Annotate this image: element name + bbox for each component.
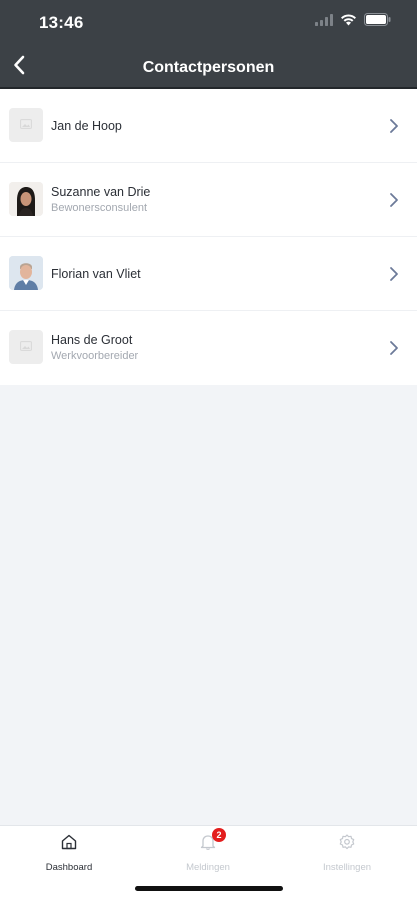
tab-label: Dashboard	[45, 862, 93, 873]
gear-icon	[338, 833, 356, 851]
contact-list: Jan de Hoop Suzanne van Drie Bewonerscon…	[0, 89, 417, 385]
chevron-right-icon	[389, 266, 399, 282]
tab-instellingen[interactable]: Instellingen	[292, 833, 402, 879]
contact-name: Florian van Vliet	[51, 267, 141, 281]
person-photo-icon	[9, 256, 43, 290]
status-bar: 13:46	[0, 0, 417, 46]
status-time: 13:46	[39, 13, 84, 32]
avatar-photo	[9, 182, 43, 216]
chevron-right-icon	[389, 340, 399, 356]
wifi-icon	[340, 13, 357, 31]
image-placeholder-icon	[20, 338, 32, 356]
contact-name: Jan de Hoop	[51, 119, 122, 133]
cellular-signal-icon	[315, 13, 333, 31]
contact-row[interactable]: Suzanne van Drie Bewonersconsulent	[0, 163, 417, 237]
contact-name: Suzanne van Drie	[51, 185, 151, 199]
home-icon	[60, 833, 78, 851]
contact-row[interactable]: Jan de Hoop	[0, 89, 417, 163]
contact-role: Bewonersconsulent	[51, 202, 148, 214]
notification-badge: 2	[212, 828, 226, 842]
tab-label: Instellingen	[322, 862, 372, 873]
status-icons	[315, 13, 391, 31]
avatar-placeholder	[9, 330, 43, 364]
chevron-right-icon	[389, 118, 399, 134]
image-placeholder-icon	[20, 116, 32, 134]
avatar-photo	[9, 256, 43, 290]
person-photo-icon	[9, 182, 43, 216]
nav-bar: Contactpersonen	[0, 46, 417, 89]
app-header: 13:46 Contactpersonen	[0, 0, 417, 89]
contact-row[interactable]: Hans de Groot Werkvoorbereider	[0, 311, 417, 385]
contact-role: Werkvoorbereider	[51, 350, 139, 362]
contact-name: Hans de Groot	[51, 333, 133, 347]
tab-label: Meldingen	[186, 862, 230, 873]
tab-dashboard[interactable]: Dashboard	[14, 833, 124, 879]
home-indicator	[135, 886, 283, 891]
tab-meldingen[interactable]: 2 Meldingen	[153, 828, 263, 879]
page-title: Contactpersonen	[142, 59, 275, 76]
chevron-right-icon	[389, 192, 399, 208]
avatar-placeholder	[9, 108, 43, 142]
contact-row[interactable]: Florian van Vliet	[0, 237, 417, 311]
battery-icon	[364, 13, 391, 31]
